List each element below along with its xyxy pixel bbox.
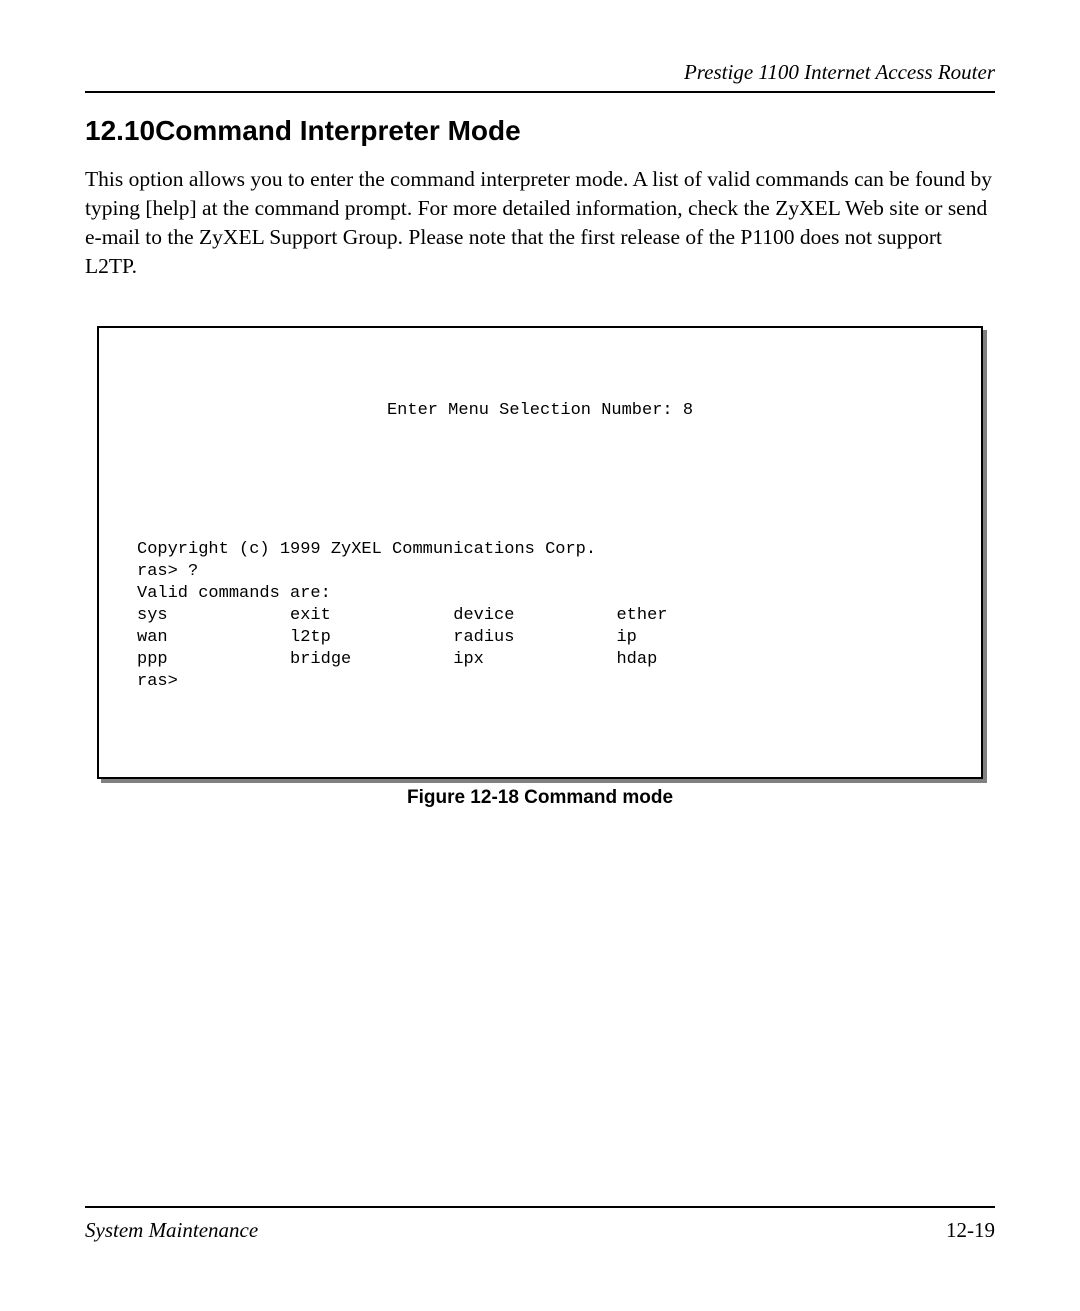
terminal-body: Copyright (c) 1999 ZyXEL Communications …: [119, 539, 961, 694]
figure-container: Enter Menu Selection Number: 8 Copyright…: [97, 326, 983, 809]
section-number: 12.10: [85, 115, 155, 146]
body-paragraph: This option allows you to enter the comm…: [85, 165, 995, 281]
footer-left: System Maintenance: [85, 1218, 258, 1243]
terminal-prompt-1: ras> ?: [137, 562, 198, 581]
terminal-menu-line: Enter Menu Selection Number: 8: [119, 400, 961, 422]
product-title: Prestige 1100 Internet Access Router: [684, 60, 995, 84]
terminal-command-row-1: sys exit device ether: [137, 606, 668, 625]
section-title-text: Command Interpreter Mode: [155, 115, 521, 146]
footer-right: 12-19: [946, 1218, 995, 1243]
terminal-command-row-3: ppp bridge ipx hdap: [137, 650, 657, 669]
page-footer: System Maintenance 12-19: [85, 1206, 995, 1243]
terminal-command-row-2: wan l2tp radius ip: [137, 628, 637, 647]
terminal-output-box: Enter Menu Selection Number: 8 Copyright…: [97, 326, 983, 779]
section-heading: 12.10Command Interpreter Mode: [85, 115, 995, 147]
figure-caption: Figure 12-18 Command mode: [97, 787, 983, 809]
page-header: Prestige 1100 Internet Access Router: [85, 60, 995, 93]
terminal-valid-label: Valid commands are:: [137, 584, 331, 603]
terminal-copyright: Copyright (c) 1999 ZyXEL Communications …: [137, 540, 596, 559]
terminal-prompt-2: ras>: [137, 672, 178, 691]
